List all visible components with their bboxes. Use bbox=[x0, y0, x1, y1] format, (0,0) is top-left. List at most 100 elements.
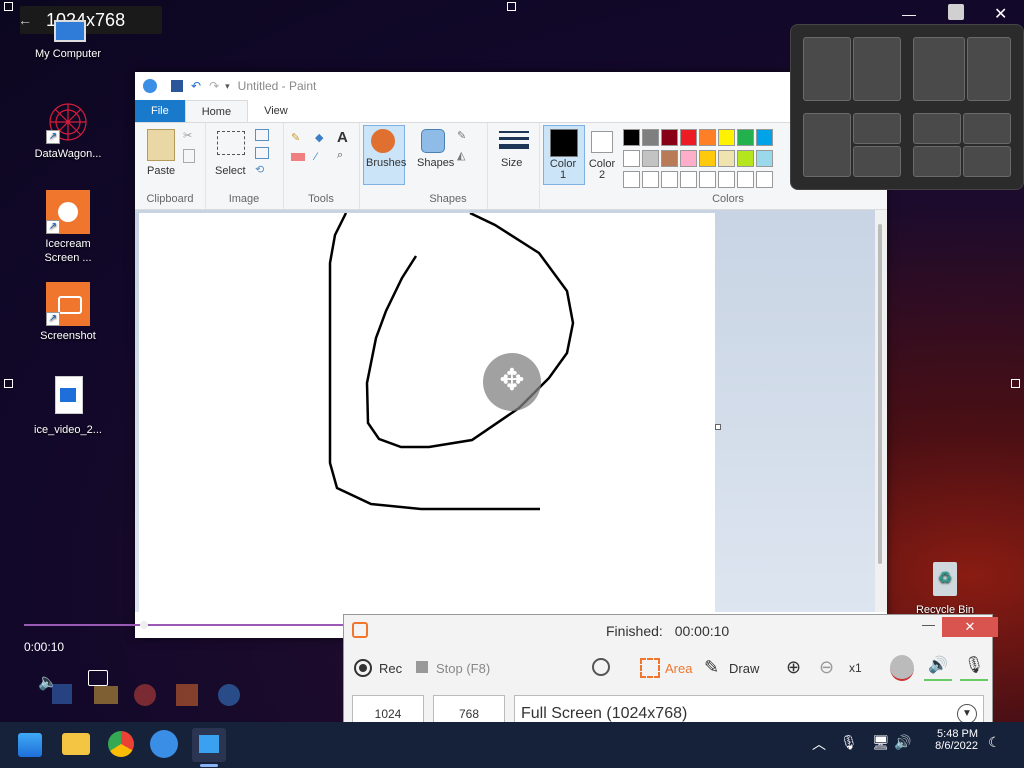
move-cursor-icon[interactable]: ✥ bbox=[483, 353, 541, 411]
snap-quad-br[interactable] bbox=[963, 146, 1011, 177]
palette-swatch[interactable] bbox=[623, 129, 640, 146]
palette-swatch[interactable] bbox=[642, 129, 659, 146]
size-button[interactable]: Size bbox=[501, 157, 522, 169]
size-tool[interactable]: Size bbox=[487, 123, 540, 209]
resize-handle-tl[interactable] bbox=[4, 2, 13, 11]
palette-swatch[interactable] bbox=[756, 171, 773, 188]
start-windows-icon[interactable] bbox=[18, 733, 42, 757]
desktop-icon-my-computer[interactable]: My Computer bbox=[29, 20, 107, 61]
paste-button[interactable]: Paste bbox=[147, 165, 175, 177]
rec-button[interactable]: Rec bbox=[379, 661, 402, 676]
chrome-icon[interactable] bbox=[108, 731, 134, 757]
area-button[interactable]: Area bbox=[665, 661, 692, 676]
tray-mic-icon[interactable]: 🎙 bbox=[840, 734, 858, 751]
tray-volume-icon[interactable]: 🔊 bbox=[894, 734, 911, 751]
stop-icon[interactable] bbox=[416, 661, 428, 673]
webcam-icon[interactable] bbox=[890, 655, 914, 681]
snap-half-right[interactable] bbox=[853, 37, 901, 101]
palette-swatch[interactable] bbox=[737, 150, 754, 167]
palette-swatch[interactable] bbox=[661, 129, 678, 146]
palette-swatch[interactable] bbox=[737, 171, 754, 188]
shapes-button[interactable]: Shapes bbox=[417, 157, 454, 169]
speaker-icon[interactable]: 🔊 bbox=[924, 655, 952, 681]
snap-bottom-right[interactable] bbox=[853, 146, 901, 177]
desktop-icon-video[interactable]: ice_video_2... bbox=[29, 376, 107, 437]
microphone-icon[interactable]: 🎙 bbox=[960, 655, 988, 681]
resize-handle-right[interactable] bbox=[1011, 379, 1020, 388]
tab-view[interactable]: View bbox=[248, 100, 304, 122]
text-tool-icon[interactable]: A bbox=[337, 129, 348, 146]
fill-icon[interactable]: ◆ bbox=[315, 131, 323, 144]
maximize-icon[interactable] bbox=[948, 4, 964, 20]
pencil-icon[interactable]: ✎ bbox=[291, 131, 300, 144]
rec-icon[interactable] bbox=[354, 659, 372, 677]
timer-icon[interactable] bbox=[592, 658, 610, 676]
outline-icon[interactable]: ✎ bbox=[457, 129, 466, 142]
snap-quad-tr[interactable] bbox=[963, 113, 1011, 144]
subtitles-icon[interactable] bbox=[88, 670, 108, 686]
area-icon[interactable] bbox=[640, 658, 660, 678]
brushes-button[interactable]: Brushes bbox=[366, 157, 406, 169]
paint-taskbar-icon[interactable] bbox=[150, 730, 178, 758]
palette-swatch[interactable] bbox=[680, 129, 697, 146]
tray-clock[interactable]: 5:48 PM 8/6/2022 bbox=[928, 728, 978, 752]
snap-top-right[interactable] bbox=[853, 113, 901, 144]
vertical-scrollbar[interactable] bbox=[875, 210, 887, 612]
snap-wide-left[interactable] bbox=[913, 37, 965, 101]
video-progress-bar[interactable] bbox=[24, 624, 344, 626]
recorder-close-button[interactable]: ✕ bbox=[942, 617, 998, 637]
resize-handle-top[interactable] bbox=[507, 2, 516, 11]
video-progress-thumb[interactable] bbox=[140, 621, 148, 629]
tab-home[interactable]: Home bbox=[184, 100, 249, 122]
desktop-icon-icecream[interactable]: ↗ Icecream Screen ... bbox=[29, 190, 107, 265]
chevron-down-icon[interactable]: ▼ bbox=[957, 704, 977, 724]
palette-swatch[interactable] bbox=[756, 129, 773, 146]
zoom-out-icon[interactable]: ⊖ bbox=[819, 657, 834, 678]
file-explorer-icon[interactable] bbox=[62, 733, 90, 755]
eraser-icon[interactable] bbox=[291, 153, 305, 161]
notifications-moon-icon[interactable]: ☾ bbox=[988, 734, 1001, 751]
redo-icon[interactable]: ↷ bbox=[209, 79, 219, 93]
palette-swatch[interactable] bbox=[699, 129, 716, 146]
zoom-in-icon[interactable]: ⊕ bbox=[786, 657, 801, 678]
palette-swatch[interactable] bbox=[680, 150, 697, 167]
palette-swatch[interactable] bbox=[718, 171, 735, 188]
copy-icon[interactable] bbox=[183, 149, 195, 163]
crop-icon[interactable] bbox=[255, 129, 269, 141]
color1-tool[interactable]: Color 1 bbox=[539, 123, 587, 209]
select-button[interactable]: Select bbox=[215, 165, 246, 177]
canvas-resize-handle[interactable] bbox=[715, 424, 721, 430]
save-icon[interactable] bbox=[171, 80, 183, 92]
palette-swatch[interactable] bbox=[699, 150, 716, 167]
tray-network-icon[interactable]: 🖥 bbox=[872, 734, 890, 751]
close-icon[interactable]: ✕ bbox=[994, 4, 1007, 24]
palette-swatch[interactable] bbox=[623, 150, 640, 167]
palette-swatch[interactable] bbox=[737, 129, 754, 146]
fill-shape-icon[interactable]: ◭ bbox=[457, 149, 465, 162]
snap-quad-bl[interactable] bbox=[913, 146, 961, 177]
snap-quad-tl[interactable] bbox=[913, 113, 961, 144]
brushes-tool[interactable]: Brushes bbox=[359, 123, 409, 209]
stop-button[interactable]: Stop (F8) bbox=[436, 661, 490, 676]
resize-handle-left[interactable] bbox=[4, 379, 13, 388]
snap-narrow-right[interactable] bbox=[967, 37, 1011, 101]
color-picker-icon[interactable]: ⁄ bbox=[315, 151, 317, 163]
desktop-icon-recycle-bin[interactable]: ♻ Recycle Bin bbox=[906, 560, 984, 617]
desktop-icon-datawagon[interactable]: ↗ DataWagon... bbox=[29, 100, 107, 161]
recorder-minimize-icon[interactable]: — bbox=[922, 617, 935, 632]
draw-button[interactable]: Draw bbox=[729, 661, 759, 676]
tray-chevron-up-icon[interactable]: ︿ bbox=[812, 734, 826, 754]
undo-icon[interactable]: ↶ bbox=[191, 79, 201, 93]
shapes-icon[interactable] bbox=[421, 129, 445, 153]
minimize-icon[interactable]: — bbox=[902, 6, 916, 22]
palette-swatch[interactable] bbox=[680, 171, 697, 188]
color2-tool[interactable]: Color 2 bbox=[587, 123, 621, 209]
palette-swatch[interactable] bbox=[642, 171, 659, 188]
paste-icon[interactable] bbox=[147, 129, 175, 161]
palette-swatch[interactable] bbox=[756, 150, 773, 167]
resize-icon[interactable] bbox=[255, 147, 269, 159]
magnifier-icon[interactable]: ⌕ bbox=[337, 149, 343, 162]
palette-swatch[interactable] bbox=[699, 171, 716, 188]
quick-access-dropdown-icon[interactable]: ▾ bbox=[225, 81, 230, 92]
snap-left-column[interactable] bbox=[803, 113, 851, 177]
